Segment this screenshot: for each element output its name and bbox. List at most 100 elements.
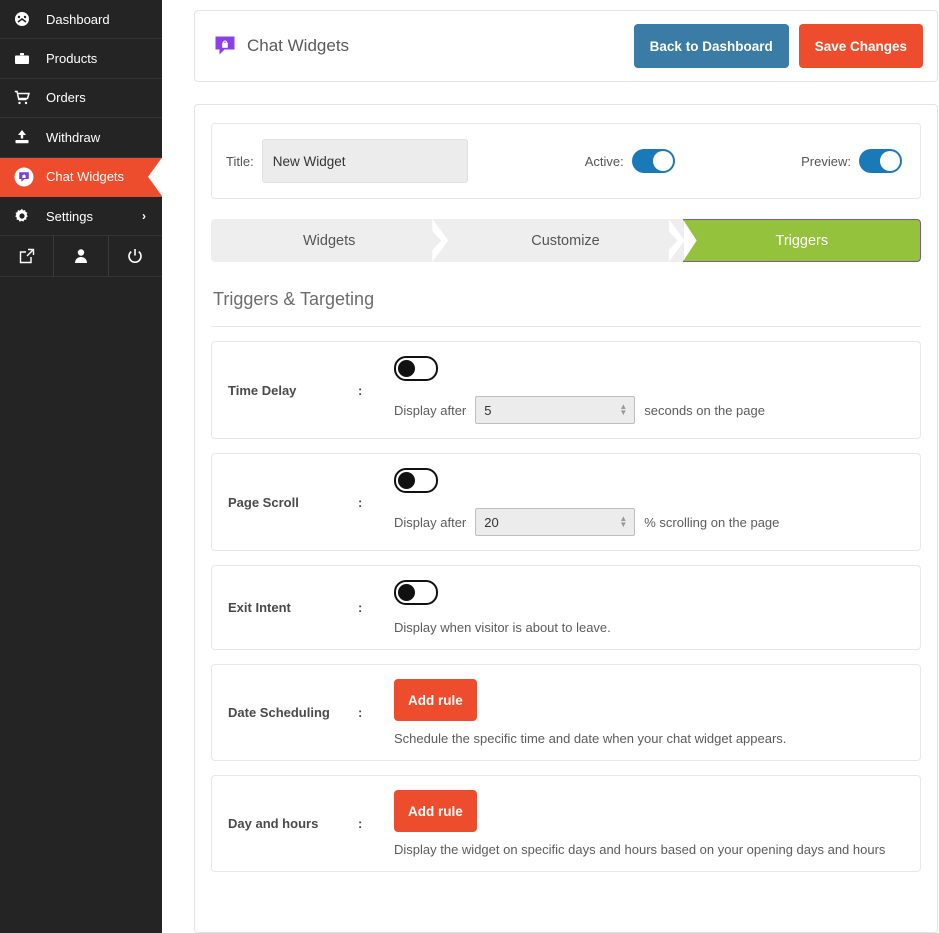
trigger-label: Time Delay [228, 382, 297, 398]
tab-label: Widgets [302, 232, 356, 249]
trigger-colon: : [358, 494, 363, 510]
trigger-control: Display when visitor is about to leave. [394, 580, 904, 635]
display-after-label: Display after [394, 514, 467, 530]
sidebar-item-orders[interactable]: Orders [0, 79, 162, 119]
toggle-knob [398, 584, 415, 601]
briefcase-icon [14, 51, 38, 67]
stepper-arrows-icon[interactable]: ▲ ▼ [619, 403, 627, 417]
stepper-arrows-icon[interactable]: ▲ ▼ [619, 515, 627, 529]
tab-label: Customize [531, 232, 600, 249]
tab-widgets[interactable]: Widgets [211, 219, 449, 262]
dashboard-icon [14, 11, 38, 27]
sidebar-item-withdraw[interactable]: Withdraw [0, 118, 162, 158]
tab-customize[interactable]: Customize [447, 219, 685, 262]
active-toggle[interactable] [631, 149, 675, 173]
trigger-control: Add rule Schedule the specific time and … [394, 679, 904, 746]
trigger-label: Page Scroll [228, 494, 299, 510]
widget-title-input[interactable] [261, 139, 468, 183]
header-title-group: Chat Widgets [213, 34, 349, 58]
exit-intent-description: Display when visitor is about to leave. [394, 620, 611, 635]
save-changes-button[interactable]: Save Changes [798, 24, 923, 68]
display-after-label: Display after [394, 402, 467, 418]
page-scroll-config-line: Display after 20 ▲ ▼ % scrolling on the p… [394, 508, 904, 536]
gear-icon [14, 208, 38, 224]
page-header: Chat Widgets Back to Dashboard Save Chan… [194, 10, 938, 82]
time-delay-seconds-value: 5 [484, 402, 492, 418]
active-indicator-arrow [148, 157, 162, 196]
trigger-row-day-and-hours: Day and hours : Add rule Display the wid… [211, 775, 921, 872]
time-delay-config-line: Display after 5 ▲ ▼ seconds on the page [394, 396, 904, 424]
app-root: Dashboard Products Orders Withdraw Chat [0, 0, 939, 933]
trigger-row-exit-intent: Exit Intent : Display when visitor is ab… [211, 565, 921, 650]
main-content: Chat Widgets Back to Dashboard Save Chan… [162, 0, 939, 933]
trigger-colon: : [358, 816, 363, 831]
toggle-knob [398, 360, 415, 377]
trigger-row-time-delay: Time Delay : Display after 5 ▲ ▼ seconds … [211, 341, 921, 439]
trigger-label: Exit Intent [228, 600, 291, 615]
sidebar-item-label: Settings [46, 208, 93, 224]
page-scroll-toggle[interactable] [394, 468, 438, 493]
sidebar-item-label: Dashboard [46, 11, 110, 27]
cart-icon [14, 90, 38, 106]
sidebar: Dashboard Products Orders Withdraw Chat [0, 0, 162, 933]
preview-label: Preview: [801, 153, 851, 169]
trigger-control: Display after 20 ▲ ▼ % scrolling on the p… [394, 468, 904, 536]
trigger-colon: : [358, 600, 363, 615]
preview-toggle-group: Preview: [801, 149, 902, 173]
tab-triggers[interactable]: Triggers [682, 219, 921, 262]
back-to-dashboard-button[interactable]: Back to Dashboard [633, 24, 789, 68]
trigger-colon: : [358, 382, 363, 398]
sidebar-item-products[interactable]: Products [0, 39, 162, 79]
seconds-suffix-label: seconds on the page [644, 402, 765, 418]
sidebar-bottom-icon-bar [0, 236, 162, 278]
sidebar-item-dashboard[interactable]: Dashboard [0, 0, 162, 40]
trigger-row-page-scroll: Page Scroll : Display after 20 ▲ ▼ % scro… [211, 453, 921, 551]
exit-intent-toggle[interactable] [394, 580, 438, 605]
tab-separator-arrow [668, 219, 685, 262]
trigger-label: Date Scheduling [228, 705, 330, 720]
date-scheduling-description: Schedule the specific time and date when… [394, 731, 787, 746]
trigger-colon: : [358, 705, 363, 720]
user-icon[interactable] [54, 236, 109, 277]
trigger-row-date-scheduling: Date Scheduling : Add rule Schedule the … [211, 664, 921, 761]
chevron-right-icon: › [142, 209, 146, 224]
trigger-label: Day and hours [228, 816, 319, 831]
date-scheduling-add-rule-button[interactable]: Add rule [394, 679, 477, 721]
active-toggle-group: Active: [585, 149, 675, 173]
sidebar-item-settings[interactable]: Settings › [0, 197, 162, 237]
sidebar-item-label: Withdraw [46, 129, 101, 145]
time-delay-toggle[interactable] [394, 356, 438, 381]
tab-label: Triggers [775, 232, 829, 249]
trigger-control: Add rule Display the widget on specific … [394, 790, 904, 857]
page-scroll-percent-input[interactable]: 20 ▲ ▼ [475, 508, 636, 536]
day-and-hours-description: Display the widget on specific days and … [394, 842, 886, 857]
widget-title-row: Title: Active: Preview: [211, 123, 921, 199]
toggle-knob [880, 151, 900, 171]
external-link-icon[interactable] [0, 236, 55, 277]
chat-widget-icon [14, 167, 38, 187]
page-title: Chat Widgets [247, 36, 350, 55]
section-heading: Triggers & Targeting [213, 289, 375, 309]
day-and-hours-add-rule-button[interactable]: Add rule [394, 790, 477, 832]
section-divider [211, 326, 921, 327]
toggle-knob [652, 151, 673, 171]
sidebar-filler [0, 277, 162, 933]
time-delay-seconds-input[interactable]: 5 ▲ ▼ [475, 396, 636, 424]
preview-toggle[interactable] [859, 149, 902, 173]
upload-icon [14, 129, 38, 145]
sidebar-item-chat-widgets[interactable]: Chat Widgets [0, 157, 162, 197]
power-icon[interactable] [109, 236, 162, 276]
header-actions: Back to Dashboard Save Changes [633, 24, 923, 68]
sidebar-item-label: Products [46, 51, 98, 67]
title-label: Title: [226, 153, 254, 169]
trigger-control: Display after 5 ▲ ▼ seconds on the page [394, 356, 904, 424]
toggle-knob [398, 472, 415, 489]
tab-separator-arrow [432, 219, 449, 262]
wizard-tabs: Widgets Customize Triggers [211, 219, 921, 262]
percent-suffix-label: % scrolling on the page [644, 514, 780, 530]
chat-widget-icon [213, 34, 237, 58]
active-label: Active: [584, 153, 624, 169]
sidebar-item-label: Chat Widgets [46, 169, 125, 185]
page-scroll-percent-value: 20 [484, 514, 499, 530]
sidebar-item-label: Orders [46, 90, 86, 106]
